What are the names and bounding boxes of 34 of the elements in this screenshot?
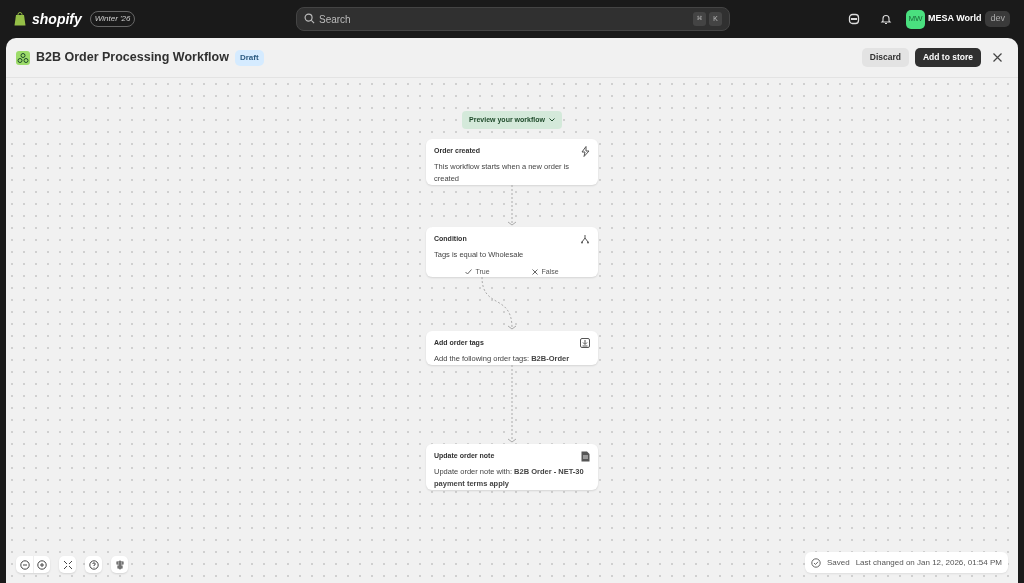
question-circle-icon: [88, 559, 99, 570]
download-box-icon: [580, 338, 590, 349]
discard-button[interactable]: Discard: [861, 48, 909, 67]
store-name[interactable]: MESA World: [928, 12, 982, 26]
check-circle-icon: [810, 557, 821, 568]
add-to-store-button[interactable]: Add to store: [914, 48, 981, 67]
search-icon: [304, 13, 315, 24]
plus-circle-icon: [37, 559, 47, 570]
workflow-title: B2B Order Processing Workflow: [36, 49, 229, 67]
last-changed-text: Last changed on Jan 12, 2026, 01:54 PM: [855, 556, 1002, 569]
bell-icon[interactable]: [880, 13, 892, 25]
saved-label: Saved: [826, 556, 850, 569]
close-icon[interactable]: [993, 53, 1002, 62]
avatar[interactable]: MW: [906, 9, 925, 29]
shopping-bag-icon: [14, 12, 26, 26]
workflow-icon: [16, 50, 30, 65]
connector-arrow: [507, 185, 517, 227]
help-button[interactable]: [85, 556, 102, 573]
zoom-in-button[interactable]: [33, 556, 50, 573]
shortcut-key: ⌘: [693, 12, 706, 26]
status-badge: Draft: [234, 49, 264, 66]
chevron-down-icon: [548, 118, 555, 122]
fit-view-button[interactable]: [59, 556, 76, 573]
logo-text[interactable]: shopify: [32, 8, 82, 30]
branch-icon: [580, 234, 590, 245]
align-button[interactable]: [111, 556, 128, 573]
dev-badge: dev: [985, 11, 1010, 27]
lightning-icon: [581, 146, 590, 157]
close-icon: [532, 268, 539, 275]
shortcut-key: K: [709, 12, 722, 26]
document-icon: [581, 450, 590, 462]
minus-circle-icon: [19, 559, 30, 570]
collapse-arrows-icon: [62, 559, 73, 570]
check-icon: [465, 268, 473, 275]
